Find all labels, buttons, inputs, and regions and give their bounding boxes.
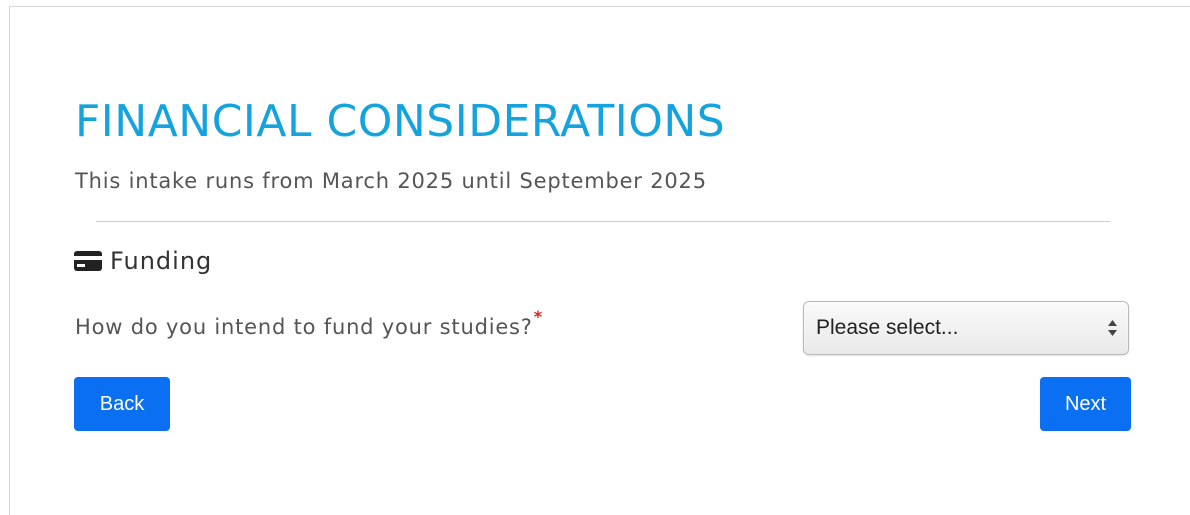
- funding-select-value: Please select...: [816, 316, 959, 339]
- section-label: Funding: [110, 247, 213, 275]
- select-arrows-icon: [1107, 318, 1118, 338]
- next-button[interactable]: Next: [1040, 377, 1131, 431]
- funding-section-heading: Funding: [74, 247, 212, 275]
- funding-question-label: How do you intend to fund your studies?: [75, 315, 533, 339]
- funding-question: How do you intend to fund your studies?*: [75, 307, 543, 339]
- funding-select[interactable]: Please select...: [803, 301, 1129, 355]
- back-button[interactable]: Back: [74, 377, 170, 431]
- page-title: FINANCIAL CONSIDERATIONS: [75, 96, 726, 148]
- required-marker: *: [533, 307, 543, 326]
- section-divider: [96, 221, 1110, 222]
- intake-dates-text: This intake runs from March 2025 until S…: [75, 169, 707, 193]
- credit-card-icon: [74, 251, 102, 271]
- form-page: FINANCIAL CONSIDERATIONS This intake run…: [9, 6, 1190, 515]
